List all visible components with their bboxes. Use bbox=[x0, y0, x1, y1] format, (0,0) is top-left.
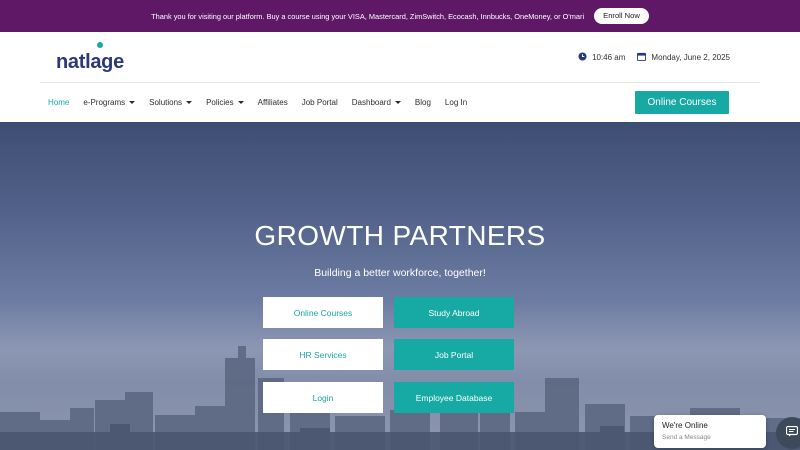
calendar-icon bbox=[637, 52, 647, 63]
chat-bubble-icon bbox=[785, 424, 799, 442]
nav-item-e-programs[interactable]: e-Programs bbox=[83, 98, 136, 107]
nav-item-policies[interactable]: Policies bbox=[206, 98, 244, 107]
caret-down-icon bbox=[129, 101, 136, 104]
nav-item-label: Affiliates bbox=[257, 98, 288, 107]
job-portal-button[interactable]: Job Portal bbox=[394, 339, 514, 370]
hero-title: GROWTH PARTNERS bbox=[254, 220, 546, 251]
date-text: Monday, June 2, 2025 bbox=[651, 52, 730, 62]
nav-item-affiliates[interactable]: Affiliates bbox=[258, 98, 288, 107]
time-text: 10:46 am bbox=[592, 52, 626, 62]
nav-item-home[interactable]: Home bbox=[48, 98, 69, 107]
nav-item-label: Policies bbox=[206, 98, 234, 107]
employee-database-button[interactable]: Employee Database bbox=[394, 382, 514, 413]
header-meta: 10:46 am Monday, June 2, 2025 bbox=[578, 32, 730, 82]
announcement-message: Thank you for visiting our platform. Buy… bbox=[151, 11, 585, 21]
logo-mark bbox=[97, 42, 103, 48]
hero-section: GROWTH PARTNERS Building a better workfo… bbox=[0, 122, 800, 450]
announcement-bar: Thank you for visiting our platform. Buy… bbox=[0, 0, 800, 32]
nav-item-job-portal[interactable]: Job Portal bbox=[302, 98, 338, 107]
caret-down-icon bbox=[237, 101, 244, 104]
online-courses-cta-button[interactable]: Online Courses bbox=[635, 91, 729, 114]
nav-item-blog[interactable]: Blog bbox=[415, 98, 431, 107]
caret-down-icon bbox=[186, 101, 193, 104]
clock-icon bbox=[578, 51, 587, 63]
caret-down-icon bbox=[394, 101, 401, 104]
online-courses-button[interactable]: Online Courses bbox=[263, 297, 383, 328]
enroll-now-button[interactable]: Enroll Now bbox=[594, 8, 649, 24]
nav-item-label: Job Portal bbox=[301, 98, 338, 107]
nav-item-label: Home bbox=[48, 98, 70, 107]
hr-services-button[interactable]: HR Services bbox=[263, 339, 383, 370]
nav-item-solutions[interactable]: Solutions bbox=[149, 98, 193, 107]
nav-item-dashboard[interactable]: Dashboard bbox=[352, 98, 401, 107]
logo[interactable]: natlage bbox=[56, 40, 124, 74]
study-abroad-button[interactable]: Study Abroad bbox=[394, 297, 514, 328]
chat-launcher-button[interactable] bbox=[776, 417, 800, 449]
chat-prompt: Send a Message bbox=[662, 434, 711, 441]
chat-status: We're Online bbox=[662, 421, 708, 430]
main-nav: Home e-Programs Solutions Policies Affiliate… bbox=[0, 83, 800, 122]
current-time: 10:46 am bbox=[578, 51, 626, 63]
chat-widget[interactable]: We're Online Send a Message bbox=[654, 415, 766, 448]
nav-item-label: Log In bbox=[444, 98, 468, 107]
current-date: Monday, June 2, 2025 bbox=[637, 52, 730, 63]
nav-list: Home e-Programs Solutions Policies Affiliate… bbox=[48, 83, 467, 122]
nav-item-label: e-Programs bbox=[83, 98, 126, 107]
nav-item-label: Dashboard bbox=[351, 98, 391, 107]
nav-item-label: Solutions bbox=[149, 98, 183, 107]
login-button[interactable]: Login bbox=[263, 382, 383, 413]
hero-subtitle: Building a better workforce, together! bbox=[314, 267, 486, 279]
nav-item-log-in[interactable]: Log In bbox=[445, 98, 467, 107]
site-header: natlage 10:46 am Monday, June 2, 2025 bbox=[0, 32, 800, 82]
logo-text: natlage bbox=[56, 51, 124, 73]
nav-item-label: Blog bbox=[414, 98, 431, 107]
